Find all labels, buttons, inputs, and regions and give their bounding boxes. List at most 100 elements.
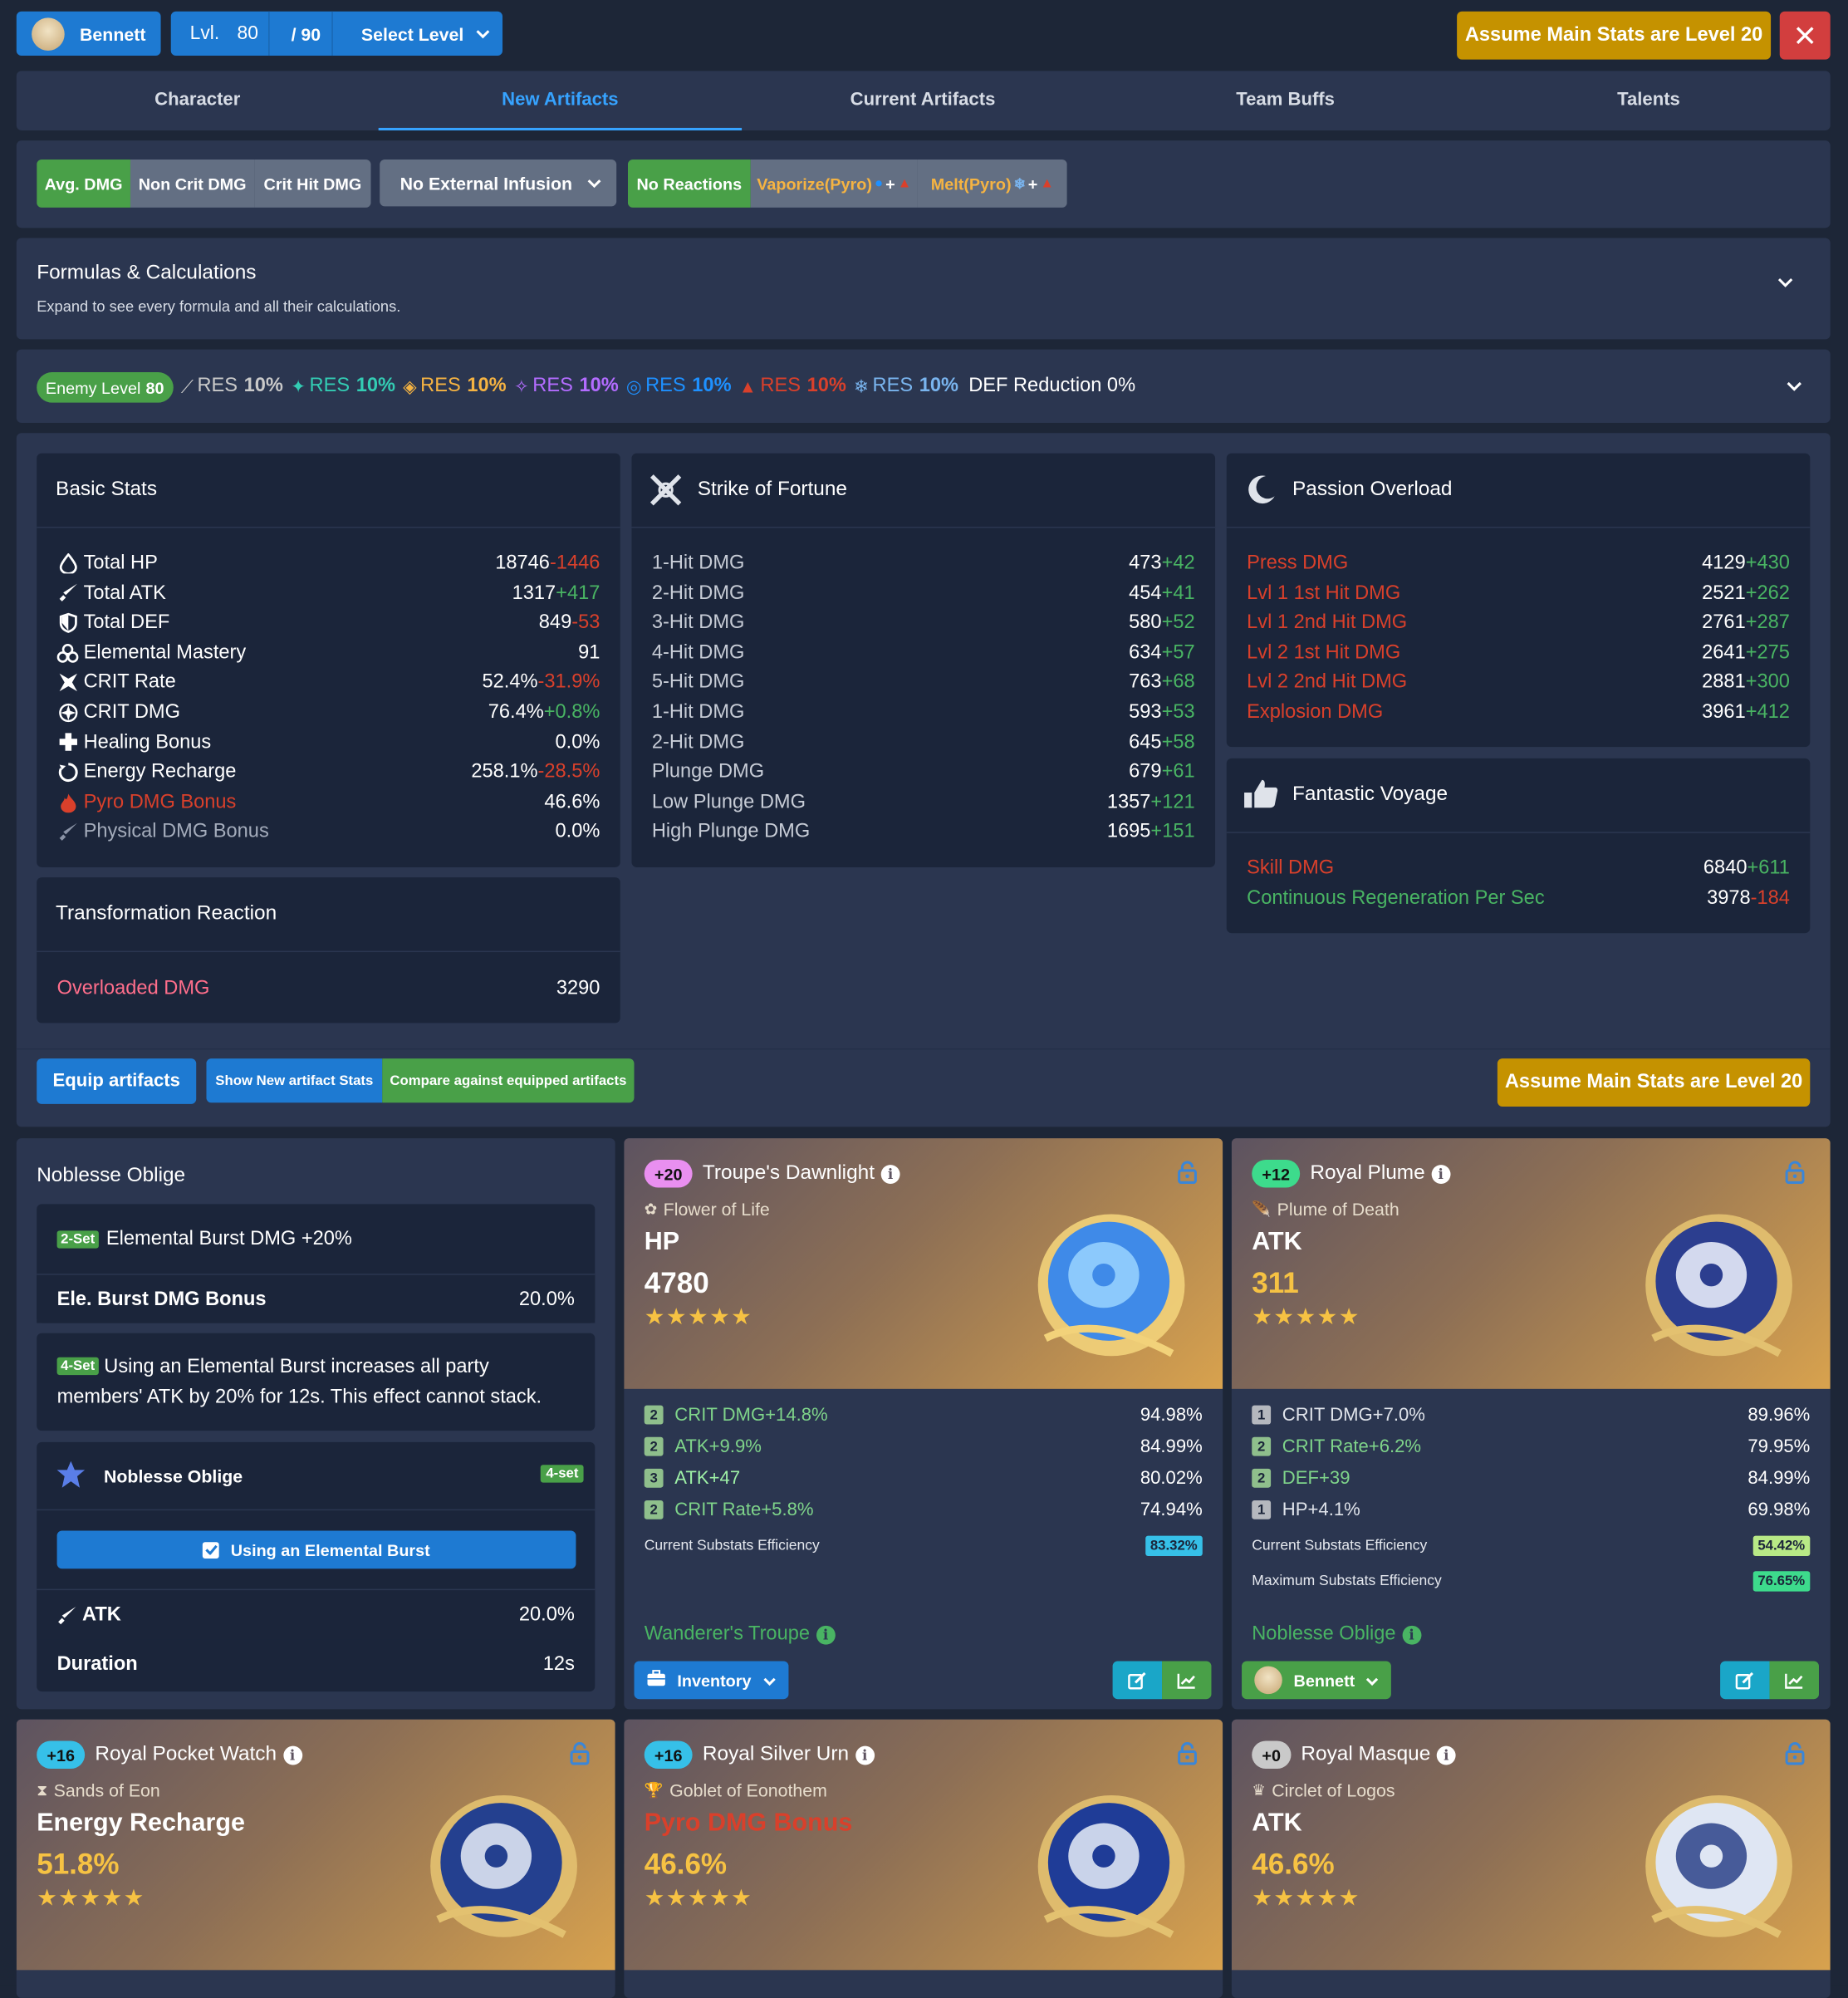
show-new-stats-toggle[interactable]: Show New artifact Stats xyxy=(206,1058,383,1103)
no-reactions-toggle[interactable]: No Reactions xyxy=(627,160,751,208)
shield-icon xyxy=(57,612,79,633)
basic-stat-diff: -1446 xyxy=(549,552,600,574)
voyage-title: Fantastic Voyage xyxy=(1292,783,1448,806)
crit-hit-dmg-toggle[interactable]: Crit Hit DMG xyxy=(254,160,371,208)
compare-equipped-toggle[interactable]: Compare against equipped artifacts xyxy=(382,1058,635,1103)
enemy-panel[interactable]: Enemy Level 80 ⟋ RES 10% ✦ RES 10% ◈ RES 10% ✧ RES… xyxy=(16,349,1831,424)
edit-button[interactable] xyxy=(1112,1661,1163,1700)
set-panel: Noblesse Oblige 2-Set Elemental Burst DM… xyxy=(16,1138,615,1710)
location-dropdown[interactable]: Bennett xyxy=(1242,1661,1392,1700)
tab-character[interactable]: Character xyxy=(17,71,379,129)
crit-rate-icon xyxy=(57,673,79,693)
chevron-down-icon xyxy=(476,29,490,38)
infusion-label: No External Infusion xyxy=(400,173,573,194)
artifact-image xyxy=(1020,1768,1197,1958)
chart-button[interactable] xyxy=(1769,1661,1819,1700)
using-burst-checkbox-button[interactable]: Using an Elemental Burst xyxy=(56,1530,576,1569)
level-input[interactable]: 80 xyxy=(238,22,258,44)
passion-diff: +300 xyxy=(1745,671,1790,694)
passion-row: Explosion DMG 3961+412 xyxy=(1247,698,1790,728)
set-2piece-card: 2-Set Elemental Burst DMG +20% Ele. Burs… xyxy=(37,1204,596,1323)
passion-label: Lvl 2 2nd Hit DMG xyxy=(1247,671,1408,694)
set-4piece-card: 4-Set Using an Elemental Burst increases… xyxy=(37,1333,596,1431)
crit-dmg-icon xyxy=(57,703,79,723)
info-icon[interactable]: i xyxy=(880,1164,900,1184)
artifact-set-name: Noblesse Oblige xyxy=(1252,1622,1396,1645)
strike-value: 763 xyxy=(1129,671,1162,694)
using-burst-label: Using an Elemental Burst xyxy=(230,1539,430,1559)
lock-icon[interactable] xyxy=(1785,1742,1805,1765)
strike-value: 645 xyxy=(1129,731,1162,754)
close-button[interactable] xyxy=(1779,11,1831,60)
res-item: ✦ RES 10% xyxy=(291,375,395,397)
strike-value: 473 xyxy=(1129,552,1162,574)
basic-stat-row: Pyro DMG Bonus 46.6% xyxy=(57,788,600,817)
passion-row: Lvl 2 2nd Hit DMG 2881+300 xyxy=(1247,668,1790,698)
basic-stat-value: 849 xyxy=(538,611,572,634)
conditional-title: Noblesse Oblige xyxy=(103,1465,243,1487)
passion-value: 4129 xyxy=(1702,552,1746,574)
lock-icon[interactable] xyxy=(1177,1161,1197,1184)
burst-bonus-label: Ele. Burst DMG Bonus xyxy=(56,1289,267,1311)
tab-current-artifacts[interactable]: Current Artifacts xyxy=(742,71,1104,129)
artifact-name: Royal Plume xyxy=(1310,1162,1425,1184)
basic-stats-card: Basic Stats Total HP 18746-1446 Total ATK 1… xyxy=(37,453,620,867)
set-title: Noblesse Oblige xyxy=(37,1165,186,1186)
melt-label: Melt(Pyro) xyxy=(930,174,1012,194)
infusion-dropdown[interactable]: No External Infusion xyxy=(380,160,617,207)
feather-icon: 🪶 xyxy=(1252,1200,1272,1219)
tab-team-buffs[interactable]: Team Buffs xyxy=(1104,71,1467,129)
artifact-slot: Flower of Life xyxy=(663,1199,770,1220)
enemy-level-value: 80 xyxy=(145,377,164,397)
melt-toggle[interactable]: Melt(Pyro) ❄ + ▲ xyxy=(917,160,1067,208)
basic-stat-diff: -31.9% xyxy=(537,671,600,694)
character-select-button[interactable]: Bennett xyxy=(16,11,161,56)
tab-new-artifacts[interactable]: New Artifacts xyxy=(379,71,742,129)
substat-rolls: 1 xyxy=(1252,1500,1272,1519)
edit-button[interactable] xyxy=(1720,1661,1770,1700)
substat-text: CRIT DMG+7.0% xyxy=(1282,1404,1425,1426)
vaporize-toggle[interactable]: Vaporize(Pyro) ● + ▲ xyxy=(750,160,918,208)
chevron-down-icon[interactable] xyxy=(1786,381,1802,393)
equip-artifacts-button[interactable]: Equip artifacts xyxy=(37,1058,197,1104)
basic-stat-row: Total HP 18746-1446 xyxy=(57,548,600,578)
strike-value: 454 xyxy=(1129,582,1162,604)
select-level-button[interactable]: Select Level xyxy=(361,23,490,44)
chevron-down-icon[interactable] xyxy=(1777,277,1794,289)
basic-stat-row: Energy Recharge 258.1%-28.5% xyxy=(57,758,600,788)
info-icon[interactable]: i xyxy=(855,1745,875,1765)
strike-label: 5-Hit DMG xyxy=(651,671,745,694)
four-set-badge: 4-Set xyxy=(56,1357,99,1376)
location-dropdown[interactable]: Inventory xyxy=(634,1661,788,1700)
info-icon[interactable]: i xyxy=(282,1745,302,1765)
non-crit-dmg-toggle[interactable]: Non Crit DMG xyxy=(130,160,255,208)
chart-button[interactable] xyxy=(1162,1661,1212,1700)
lock-icon[interactable] xyxy=(1177,1742,1197,1765)
max-efficiency-label: Maximum Substats Efficiency xyxy=(1252,1573,1442,1589)
strike-row: 1-Hit DMG 473+42 xyxy=(652,548,1195,578)
assume-main-stats-button[interactable]: Assume Main Stats are Level 20 xyxy=(1497,1058,1811,1107)
rarity-stars: ★★★★★ xyxy=(644,1885,753,1911)
max-level: / 90 xyxy=(291,23,321,44)
formulas-panel[interactable]: Formulas & Calculations Expand to see ev… xyxy=(16,238,1831,340)
info-icon[interactable]: i xyxy=(816,1625,836,1644)
assume-main-stats-top-button[interactable]: Assume Main Stats are Level 20 xyxy=(1457,11,1772,60)
basic-stat-diff: -53 xyxy=(571,611,600,634)
info-icon[interactable]: i xyxy=(1431,1164,1451,1184)
info-icon[interactable]: i xyxy=(1402,1625,1422,1644)
res-label: RES xyxy=(645,375,686,397)
lock-icon[interactable] xyxy=(1785,1161,1805,1184)
passion-value: 2521 xyxy=(1702,582,1746,604)
passion-label: Lvl 2 1st Hit DMG xyxy=(1247,641,1401,664)
tab-active-indicator xyxy=(378,127,743,130)
avg-dmg-toggle[interactable]: Avg. DMG xyxy=(37,160,130,208)
lock-icon[interactable] xyxy=(570,1742,590,1765)
substat-rolls: 3 xyxy=(644,1468,664,1488)
res-list: ⟋ RES 10% ✦ RES 10% ◈ RES 10% ✧ RES 10% ◎ RES 10% ▲ RES 1… xyxy=(181,372,1135,400)
artifact-name: Royal Masque xyxy=(1301,1743,1431,1765)
artifact-main-stat: ATK xyxy=(1252,1228,1302,1256)
level-group: Lvl. 80 / 90 Select Level xyxy=(170,11,503,56)
edit-icon xyxy=(1735,1672,1754,1689)
tab-talents[interactable]: Talents xyxy=(1467,71,1830,129)
info-icon[interactable]: i xyxy=(1436,1745,1456,1765)
